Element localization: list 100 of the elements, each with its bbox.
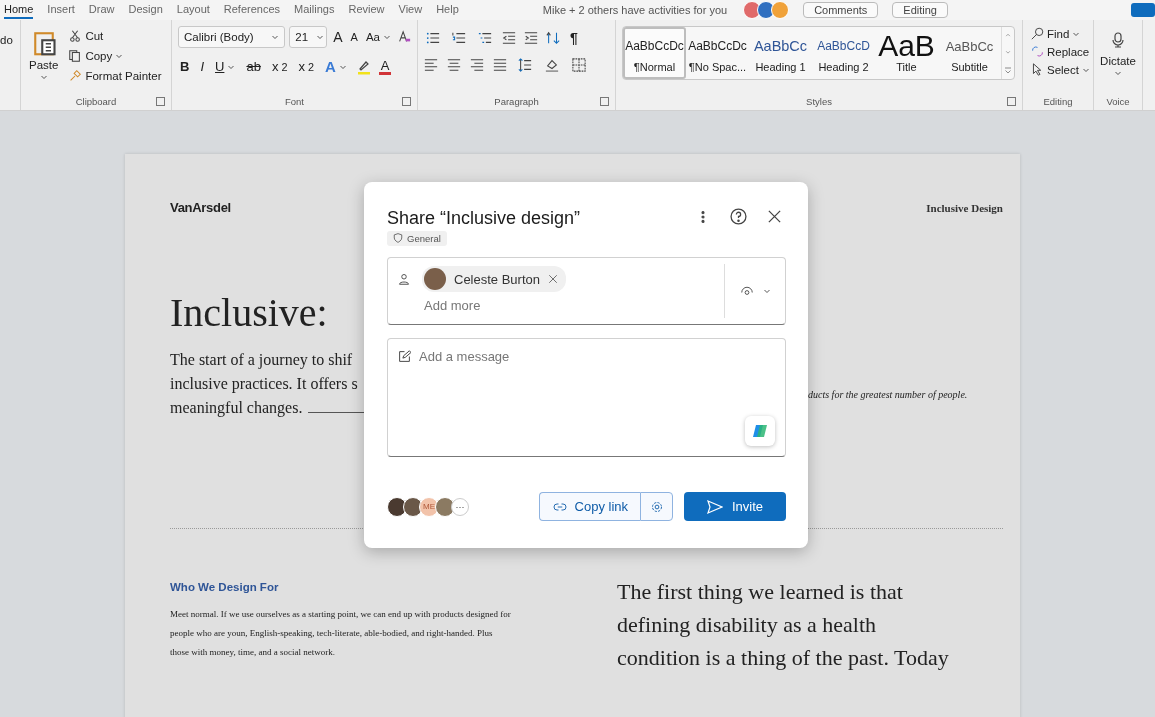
- close-icon: [548, 274, 558, 284]
- pull-quote: ducts for the greatest number of people.: [808, 389, 968, 400]
- avatar-photo[interactable]: [387, 496, 407, 517]
- activity-text[interactable]: Mike + 2 others have activities for you: [542, 4, 728, 16]
- find-button[interactable]: Find: [1029, 26, 1087, 41]
- ribbon-tab[interactable]: Review: [348, 1, 385, 19]
- bullet-list-icon: [424, 31, 442, 45]
- replace-button[interactable]: Replace: [1029, 44, 1087, 59]
- change-case-button[interactable]: Aa: [363, 30, 393, 44]
- sensitivity-label[interactable]: General: [387, 230, 447, 246]
- eye-icon: [739, 285, 755, 297]
- ribbon-tab[interactable]: Insert: [47, 1, 75, 19]
- section-heading: Who We Design For: [170, 581, 280, 593]
- bold-button[interactable]: B: [178, 58, 192, 75]
- ribbon-tab[interactable]: Mailings: [294, 1, 335, 19]
- style-item[interactable]: AaB Title: [875, 27, 938, 79]
- cut-button[interactable]: Cut: [66, 28, 164, 44]
- undo-label[interactable]: do: [0, 34, 13, 108]
- group-label: Paragraph: [494, 95, 539, 107]
- recipient-chip[interactable]: Celeste Burton: [422, 266, 566, 292]
- italic-button[interactable]: I: [198, 58, 206, 75]
- copy-button[interactable]: Copy: [66, 48, 164, 64]
- person-icon: [398, 273, 410, 285]
- logo-text: VanArsdel: [170, 200, 231, 215]
- format-painter-button[interactable]: Format Painter: [66, 68, 164, 84]
- ribbon-tab[interactable]: Design: [128, 1, 163, 19]
- dialog-launcher-icon[interactable]: [1007, 97, 1016, 106]
- send-icon: [706, 498, 723, 515]
- dialog-launcher-icon[interactable]: [402, 97, 411, 106]
- scroll-up-icon: [1004, 32, 1012, 39]
- dialog-launcher-icon[interactable]: [156, 97, 165, 106]
- ribbon-tab[interactable]: Layout: [176, 1, 210, 19]
- close-icon: [767, 209, 782, 224]
- style-item[interactable]: AaBbCc Heading 1: [749, 27, 812, 79]
- scroll-down-icon: [1004, 49, 1012, 55]
- group-label: Clipboard: [75, 95, 117, 107]
- invite-button[interactable]: Invite: [684, 492, 786, 521]
- style-item[interactable]: AaBbCcDc ¶Normal: [623, 27, 686, 79]
- chevron-down-icon: [763, 287, 771, 295]
- ribbon-tab[interactable]: References: [223, 1, 281, 19]
- grow-font-button[interactable]: A: [331, 28, 345, 46]
- ribbon-tab[interactable]: View: [398, 1, 423, 19]
- align-right-icon: [470, 58, 484, 72]
- copy-icon: [68, 49, 83, 63]
- chevron-down-icon: [39, 73, 48, 81]
- text-effects-button[interactable]: A: [322, 57, 349, 76]
- dialog-title: Share “Inclusive design”: [387, 208, 582, 229]
- help-icon: [730, 208, 747, 225]
- remove-button[interactable]: [548, 274, 558, 284]
- editing-button[interactable]: Editing: [892, 2, 948, 18]
- decrease-indent-icon: [502, 31, 516, 45]
- paste-button[interactable]: Paste: [27, 26, 61, 94]
- more-styles-icon: [1004, 65, 1012, 74]
- justify-icon: [493, 58, 507, 72]
- borders-icon: [570, 58, 588, 72]
- link-icon: [551, 500, 568, 513]
- numbered-list-icon: [450, 31, 468, 45]
- style-item[interactable]: AaBbCcD Heading 2: [812, 27, 875, 79]
- font-family-select[interactable]: Calibri (Body): [178, 26, 286, 48]
- underline-button[interactable]: U: [213, 58, 238, 75]
- section-paragraph: Meet normal. If we use ourselves as a starting point, we can end up with products designed for people who are youn, English-speaking, tech-literate, able-bodied, and right-handed. Plus those with money, time, and a social network.: [170, 608, 512, 659]
- link-settings-button[interactable]: [640, 492, 673, 521]
- show-marks-button[interactable]: ¶: [568, 29, 580, 47]
- ribbon-tab[interactable]: Draw: [88, 1, 115, 19]
- clear-formatting-icon: [397, 30, 411, 44]
- sort-icon: [546, 31, 560, 45]
- line-spacing-icon: [516, 58, 534, 72]
- group-label: Voice: [1106, 95, 1130, 107]
- add-more-input[interactable]: Add more: [424, 298, 644, 313]
- message-field[interactable]: Add a message: [387, 338, 786, 457]
- group-label: Styles: [806, 95, 832, 107]
- chevron-down-icon: [316, 33, 325, 41]
- replace-icon: [1031, 45, 1044, 58]
- select-button[interactable]: Select: [1029, 62, 1087, 77]
- chevron-down-icon: [383, 33, 391, 41]
- ribbon-tab[interactable]: Help: [436, 1, 459, 19]
- increase-indent-icon: [524, 31, 538, 45]
- assistant-button[interactable]: [745, 416, 775, 446]
- style-item[interactable]: AaBbCcDc ¶No Spac...: [686, 27, 749, 79]
- align-left-icon: [424, 58, 438, 72]
- header-text: Inclusive Design: [926, 201, 1003, 214]
- chevron-down-icon: [1114, 69, 1122, 77]
- dialog-launcher-icon[interactable]: [600, 97, 609, 106]
- shrink-font-button[interactable]: A: [348, 30, 360, 44]
- font-color-button[interactable]: A: [378, 58, 392, 75]
- multilevel-list-icon: [476, 31, 494, 45]
- comments-button[interactable]: Comments: [803, 2, 879, 18]
- avatar-photo[interactable]: [403, 496, 423, 517]
- group-label: Font: [285, 95, 304, 107]
- font-size-select[interactable]: 21: [289, 26, 328, 48]
- avatar-photo: [424, 268, 446, 290]
- chevron-down-icon: [115, 52, 124, 60]
- more-people-button[interactable]: ···: [451, 497, 469, 516]
- brush-icon: [68, 69, 83, 83]
- copy-link-button[interactable]: Copy link: [538, 492, 640, 521]
- strikethrough-button[interactable]: ab: [244, 58, 263, 75]
- chevron-down-icon: [271, 33, 280, 41]
- recipients-field[interactable]: Celeste Burton Add more: [387, 257, 786, 325]
- style-item[interactable]: AaBbCc Subtitle: [938, 27, 1001, 79]
- dictate-button[interactable]: Dictate: [1098, 26, 1138, 94]
